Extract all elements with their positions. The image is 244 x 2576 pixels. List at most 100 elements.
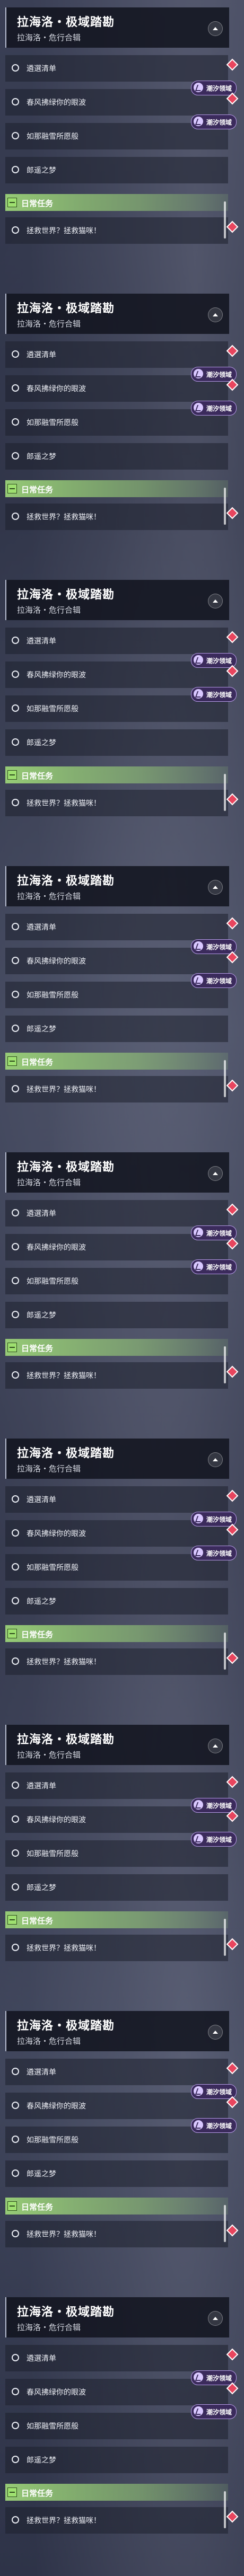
task-row[interactable]: 春风拂绿你的眼波 潮汐领域 [5,1512,239,1547]
track-pin-icon[interactable] [226,220,239,233]
collapse-button[interactable] [208,1166,223,1181]
quest-header[interactable]: 拉海洛・极域踏勘 拉海洛・危行合辑 [5,580,229,620]
track-pin-icon[interactable] [226,631,239,643]
daily-task-row[interactable]: 拯救世界？拯救猫咪！ [5,1362,239,1389]
task-row[interactable]: 遴選清单 [5,2059,239,2085]
daily-task-row[interactable]: 拯救世界？拯救猫咪！ [5,504,239,530]
task-row[interactable]: 遴選清单 [5,628,239,654]
task-row[interactable]: 春风拂绿你的眼波 潮汐领域 [5,1225,239,1260]
track-pin-icon[interactable] [226,1652,239,1664]
task-row[interactable]: 如那融雪所愿般 潮汐领域 [5,401,237,436]
collapse-button[interactable] [208,1739,223,1753]
track-pin-icon[interactable] [226,2062,239,2075]
scrollbar[interactable] [224,2205,226,2242]
task-row[interactable]: 如那融雪所愿般 潮汐领域 [5,973,237,1008]
task-row[interactable]: 郎遥之梦 [5,1302,228,1328]
quest-header[interactable]: 拉海洛・极域踏勘 拉海洛・危行合辑 [5,1725,229,1765]
task-row[interactable]: 如那融雪所愿般 潮汐领域 [5,1259,237,1294]
task-row[interactable]: 如那融雪所愿般 潮汐领域 [5,114,237,149]
daily-task-row[interactable]: 拯救世界？拯救猫咪！ [5,1076,239,1102]
track-pin-icon[interactable] [226,1776,239,1788]
task-row[interactable]: 春风拂绿你的眼波 潮汐领域 [5,1798,239,1833]
daily-quest-header[interactable]: 日常任务 [5,1053,228,1070]
track-pin-icon[interactable] [226,2224,239,2237]
quest-header[interactable]: 拉海洛・极域踏勘 拉海洛・危行合辑 [5,294,229,334]
task-row[interactable]: 郎遥之梦 [5,1588,228,1615]
daily-task-label: 拯救世界？拯救猫咪！ [27,1944,101,1953]
scrollbar[interactable] [224,1060,226,1097]
track-pin-icon[interactable] [226,507,239,519]
track-pin-icon[interactable] [226,917,239,930]
scrollbar[interactable] [224,488,226,525]
track-pin-icon[interactable] [226,1203,239,1216]
track-pin-icon[interactable] [226,2510,239,2523]
task-row[interactable]: 遴選清单 [5,1486,239,1513]
scrollbar[interactable] [224,1633,226,1670]
scrollbar[interactable] [224,2491,226,2528]
task-row[interactable]: 遴選清单 [5,55,239,82]
track-pin-icon[interactable] [226,58,239,71]
daily-task-row[interactable]: 拯救世界？拯救猫咪！ [5,1935,239,1961]
task-row[interactable]: 如那融雪所愿般 潮汐领域 [5,1832,237,1867]
collapse-button[interactable] [208,307,223,322]
task-row[interactable]: 郎遥之梦 [5,2160,228,2187]
task-row[interactable]: 遴選清单 [5,2345,239,2371]
track-pin-icon[interactable] [226,1079,239,1092]
task-row[interactable]: 遴選清单 [5,1200,239,1227]
track-pin-icon[interactable] [226,345,239,357]
quest-header[interactable]: 拉海洛・极域踏勘 拉海洛・危行合辑 [5,866,229,906]
quest-header[interactable]: 拉海洛・极域踏勘 拉海洛・危行合辑 [5,2011,229,2051]
collapse-button[interactable] [208,594,223,608]
scrollbar[interactable] [224,1919,226,1956]
track-pin-icon[interactable] [226,1365,239,1378]
track-pin-icon[interactable] [226,2348,239,2361]
collapse-button[interactable] [208,2025,223,2040]
quest-header[interactable]: 拉海洛・极域踏勘 拉海洛・危行合辑 [5,7,229,48]
daily-task-row[interactable]: 拯救世界？拯救猫咪！ [5,2221,239,2247]
daily-task-row[interactable]: 拯救世界？拯救猫咪！ [5,1648,239,1675]
task-row[interactable]: 春风拂绿你的眼波 潮汐领域 [5,2084,239,2119]
daily-quest-header[interactable]: 日常任务 [5,2484,228,2501]
collapse-button[interactable] [208,2311,223,2326]
task-row[interactable]: 如那融雪所愿般 潮汐领域 [5,2404,237,2439]
task-row[interactable]: 春风拂绿你的眼波 潮汐领域 [5,2370,239,2405]
collapse-button[interactable] [208,21,223,36]
task-row[interactable]: 郎遥之梦 [5,157,228,183]
daily-quest-header[interactable]: 日常任务 [5,480,228,497]
task-row[interactable]: 遴選清单 [5,341,239,368]
daily-quest-header[interactable]: 日常任务 [5,1339,228,1356]
quest-header[interactable]: 拉海洛・极域踏勘 拉海洛・危行合辑 [5,1439,229,1479]
scrollbar[interactable] [224,774,226,811]
quest-header[interactable]: 拉海洛・极域踏勘 拉海洛・危行合辑 [5,2297,229,2337]
task-row[interactable]: 如那融雪所愿般 潮汐领域 [5,687,237,722]
task-row[interactable]: 如那融雪所愿般 潮汐领域 [5,2118,237,2153]
task-row[interactable]: 春风拂绿你的眼波 潮汐领域 [5,81,239,116]
task-row[interactable]: 郎遥之梦 [5,443,228,470]
daily-task-row[interactable]: 拯救世界？拯救猫咪！ [5,2507,239,2534]
task-row[interactable]: 春风拂绿你的眼波 潮汐领域 [5,653,239,688]
daily-quest-header[interactable]: 日常任务 [5,2198,228,2215]
task-row[interactable]: 郎遥之梦 [5,729,228,756]
task-row[interactable]: 遴選清单 [5,1772,239,1799]
scrollbar[interactable] [224,201,226,239]
task-row[interactable]: 郎遥之梦 [5,2447,228,2473]
track-pin-icon[interactable] [226,1938,239,1951]
collapse-button[interactable] [208,880,223,895]
daily-quest-header[interactable]: 日常任务 [5,194,228,211]
task-row[interactable]: 郎遥之梦 [5,1874,228,1901]
task-row[interactable]: 遴選清单 [5,914,239,940]
task-row[interactable]: 春风拂绿你的眼波 潮汐领域 [5,367,239,402]
daily-quest-header[interactable]: 日常任务 [5,766,228,783]
task-row[interactable]: 如那融雪所愿般 潮汐领域 [5,1546,237,1581]
task-row[interactable]: 春风拂绿你的眼波 潮汐领域 [5,939,239,974]
track-pin-icon[interactable] [226,793,239,806]
scrollbar[interactable] [224,1346,226,1383]
track-pin-icon[interactable] [226,1489,239,1502]
quest-header[interactable]: 拉海洛・极域踏勘 拉海洛・危行合辑 [5,1152,229,1193]
collapse-button[interactable] [208,1452,223,1467]
task-row[interactable]: 郎遥之梦 [5,1016,228,1042]
daily-quest-header[interactable]: 日常任务 [5,1625,228,1642]
daily-quest-header[interactable]: 日常任务 [5,1911,228,1928]
daily-task-row[interactable]: 拯救世界？拯救猫咪！ [5,217,239,244]
daily-task-row[interactable]: 拯救世界？拯救猫咪！ [5,790,239,816]
